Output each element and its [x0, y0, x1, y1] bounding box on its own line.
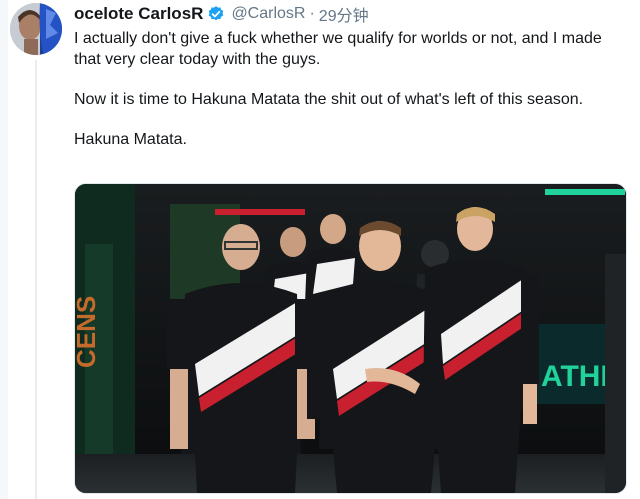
- tweet-body: I actually don't give a fuck whether we …: [74, 28, 622, 169]
- timestamp[interactable]: 29分钟: [319, 2, 369, 26]
- avatar[interactable]: [10, 3, 62, 55]
- tweet-paragraph: I actually don't give a fuck whether we …: [74, 30, 602, 68]
- display-name[interactable]: ocelote CarlosR: [74, 4, 203, 24]
- tweet-paragraph: Hakuna Matata.: [74, 131, 187, 148]
- tweet-header: ocelote CarlosR @CarlosR · 29分钟: [74, 3, 369, 25]
- user-handle[interactable]: @CarlosR: [231, 5, 305, 23]
- thread-line: [35, 60, 37, 499]
- verified-badge-icon: [207, 5, 225, 23]
- tweet-photo[interactable]: CENS ATHE: [74, 183, 627, 494]
- tweet-paragraph: Now it is time to Hakuna Matata the shit…: [74, 91, 584, 108]
- stage-sign-left: CENS: [75, 296, 101, 368]
- separator-dot: ·: [309, 5, 315, 22]
- timeline-edge: [0, 0, 8, 499]
